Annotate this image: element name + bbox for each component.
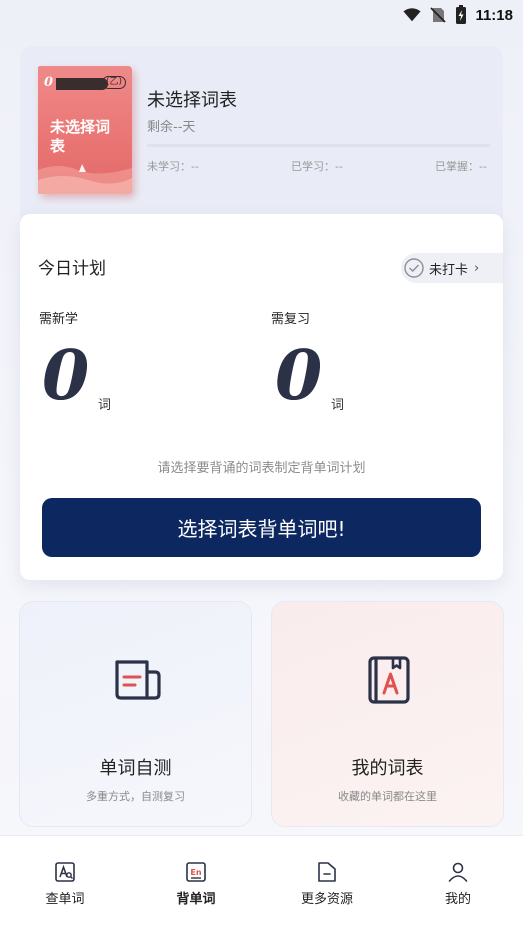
status-time: 11:18 — [475, 6, 513, 24]
nav-more-resources[interactable]: 更多资源 — [282, 860, 372, 907]
review-words-count: 0 — [275, 336, 323, 416]
days-remaining: 剩余--天 — [147, 120, 196, 135]
profile-icon — [448, 862, 468, 882]
nav-label: 我的 — [444, 892, 471, 907]
review-words-label: 需复习 — [271, 312, 311, 327]
nav-label: 查单词 — [45, 892, 85, 907]
lookup-icon — [55, 862, 75, 882]
wordlist-name: 未选择词表 — [147, 90, 237, 111]
new-words-count: 0 — [42, 336, 90, 416]
wifi-icon — [403, 8, 422, 22]
checkin-label: 未打卡 — [429, 262, 469, 278]
feature-subtitle: 收藏的单词都在这里 — [338, 790, 437, 803]
new-words-unit: 词 — [98, 398, 112, 413]
memorize-icon: En — [186, 862, 206, 882]
daily-plan-card: 今日计划 未打卡 › 需新学 0 词 需复习 0 词 请选择要背诵的词表制定背单… — [20, 214, 503, 580]
cover-wave-illustration — [38, 164, 132, 194]
chevron-right-icon: › — [474, 260, 480, 276]
svg-text:En: En — [190, 868, 201, 877]
review-words-unit: 词 — [331, 398, 345, 413]
cover-number: 0 — [44, 75, 54, 90]
battery-charging-icon — [456, 5, 467, 24]
wordlist-cover: 0 (乙) 未选择词表 — [38, 66, 132, 194]
nav-lookup-word[interactable]: 查单词 — [20, 860, 110, 907]
folder-icon — [318, 862, 336, 882]
my-wordlist-card[interactable]: 我的词表 收藏的单词都在这里 — [271, 601, 504, 827]
plan-hint: 请选择要背诵的词表制定背单词计划 — [157, 461, 366, 476]
stat-unlearned: 未学习：-- — [147, 160, 199, 173]
nav-memorize-words[interactable]: En 背单词 — [151, 860, 241, 907]
feature-title: 单词自测 — [99, 758, 172, 779]
nav-profile[interactable]: 我的 — [413, 860, 503, 907]
new-words-label: 需新学 — [39, 312, 79, 327]
check-circle-icon — [404, 258, 424, 278]
stat-mastered: 已掌握：-- — [435, 160, 487, 173]
checkin-button[interactable]: 未打卡 › — [401, 253, 503, 283]
cover-title: 未选择词表 — [50, 118, 111, 155]
no-sim-icon — [430, 7, 447, 23]
nav-label: 更多资源 — [300, 892, 353, 907]
current-wordlist-card[interactable]: 0 (乙) 未选择词表 未选择词表 剩余--天 未学习：-- 已学习：-- 已掌… — [20, 46, 503, 236]
newspaper-icon — [115, 660, 161, 700]
cover-badge: (乙) — [101, 76, 126, 89]
nav-label: 背单词 — [176, 892, 216, 907]
cover-band — [56, 78, 108, 90]
feature-title: 我的词表 — [351, 758, 424, 779]
feature-subtitle: 多重方式，自测复习 — [86, 790, 185, 803]
stat-learned: 已学习：-- — [291, 160, 343, 173]
word-self-test-card[interactable]: 单词自测 多重方式，自测复习 — [19, 601, 252, 827]
plan-title: 今日计划 — [38, 259, 106, 279]
status-bar: 11:18 — [0, 0, 523, 30]
wordlist-progress-bar — [147, 144, 490, 147]
choose-wordlist-button[interactable]: 选择词表背单词吧! — [42, 498, 481, 557]
bottom-navigation: 查单词 En 背单词 更多资源 我的 — [0, 835, 523, 929]
wordbook-icon — [368, 656, 410, 704]
status-icons: 11:18 — [403, 5, 513, 25]
